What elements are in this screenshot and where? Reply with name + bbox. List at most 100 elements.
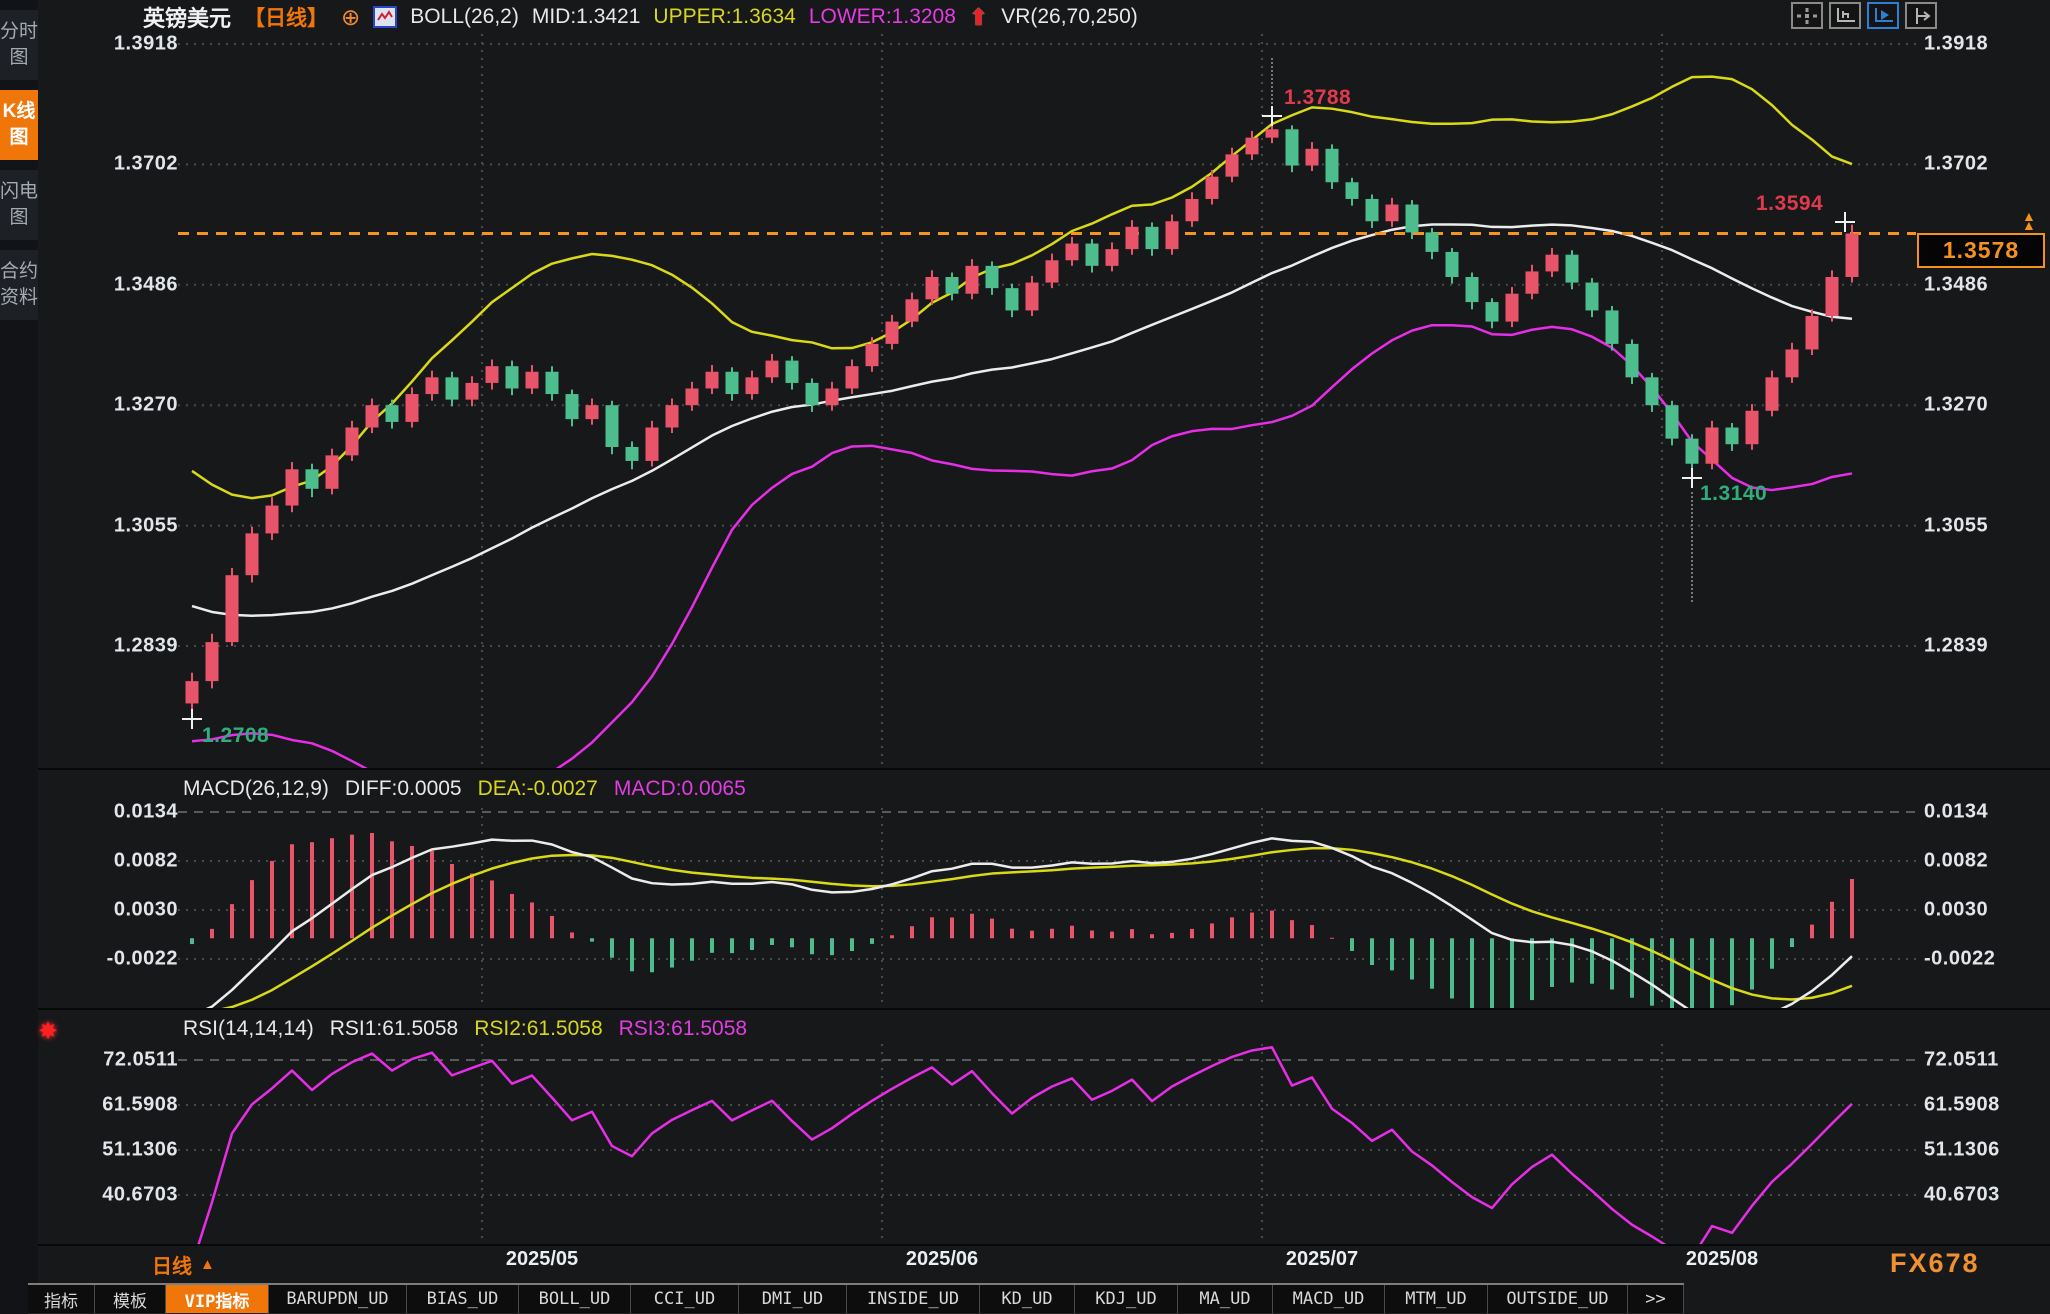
trading-terminal: 分时图 K线图闪电图合约资料 ✸ 英镑美元 【日线】 ⊕ BOLL(26,2) M… xyxy=(0,0,2050,1314)
price-anchor-icon[interactable]: ▲▲ xyxy=(2022,212,2036,230)
aug-low-label: 1.3140 xyxy=(1700,482,1767,506)
tab-DMI_UD[interactable]: DMI_UD xyxy=(739,1285,847,1314)
month-label-2025/05: 2025/05 xyxy=(482,1248,602,1271)
tab-BARUPDN_UD[interactable]: BARUPDN_UD xyxy=(269,1285,407,1314)
up-arrow-icon: ⬆ xyxy=(969,4,988,31)
tab-KDJ_UD[interactable]: KDJ_UD xyxy=(1075,1285,1178,1314)
macd-axis-label: 0.0134 xyxy=(1924,801,2050,824)
sidebar-item-4[interactable]: 合约资料 xyxy=(0,250,38,320)
chart-toolbar xyxy=(1791,2,1937,29)
macd-diff-value: DIFF:0.0005 xyxy=(345,777,462,801)
tab-BIAS_UD[interactable]: BIAS_UD xyxy=(407,1285,519,1314)
boll-label: BOLL(26,2) xyxy=(410,5,519,29)
swing-high-marker xyxy=(1262,106,1282,126)
rsi2-value: RSI2:61.5058 xyxy=(474,1017,602,1041)
sidebar: 分时图 K线图闪电图合约资料 xyxy=(0,0,38,1314)
indicator-tabbar: 指标模板VIP指标BARUPDN_UDBIAS_UDBOLL_UDCCI_UDD… xyxy=(28,1283,1684,1314)
low-guide-line xyxy=(1691,492,1693,602)
tab-模板[interactable]: 模板 xyxy=(95,1285,166,1314)
mini-chart-icon[interactable] xyxy=(373,6,397,28)
swing-high-label: 1.3788 xyxy=(1284,86,1351,110)
rsi-axis-label: 72.0511 xyxy=(52,1049,178,1072)
tab-VIP指标[interactable]: VIP指标 xyxy=(166,1285,269,1314)
tab-MACD_UD[interactable]: MACD_UD xyxy=(1273,1285,1385,1314)
macd-axis-label: -0.0022 xyxy=(52,948,178,971)
chart-canvas[interactable] xyxy=(0,0,2050,1314)
sidebar-item-3[interactable]: 闪电图 xyxy=(0,170,38,240)
apr-low-label: 1.2708 xyxy=(202,724,269,748)
boll-lower-value: LOWER:1.3208 xyxy=(809,5,956,29)
triangle-up-icon: ▲ xyxy=(200,1256,215,1273)
add-indicator-icon[interactable]: ⊕ xyxy=(341,7,360,27)
sidebar-item-1[interactable]: 分时图 xyxy=(0,10,38,80)
sidebar-item-2[interactable]: K线图 xyxy=(0,90,38,160)
axis-play-icon[interactable] xyxy=(1867,2,1899,29)
price-axis-label: 1.3055 xyxy=(1924,514,2050,537)
macd-header: MACD(26,12,9) DIFF:0.0005 DEA:-0.0027 MA… xyxy=(183,776,746,802)
period-label: 日线 xyxy=(152,1250,192,1279)
month-label-2025/08: 2025/08 xyxy=(1662,1248,1782,1271)
macd-macd-value: MACD:0.0065 xyxy=(614,777,746,801)
tab-BOLL_UD[interactable]: BOLL_UD xyxy=(519,1285,631,1314)
alert-sun-icon[interactable]: ✸ xyxy=(38,1017,58,1046)
rsi3-value: RSI3:61.5058 xyxy=(619,1017,747,1041)
tab-MA_UD[interactable]: MA_UD xyxy=(1178,1285,1273,1314)
rsi-axis-label: 51.1306 xyxy=(52,1139,178,1162)
rsi-axis-label: 40.6703 xyxy=(1924,1184,2050,1207)
price-axis-label: 1.3918 xyxy=(1924,33,2050,56)
current-price-box: 1.3578 xyxy=(1917,233,2045,268)
aug-low-marker xyxy=(1682,468,1702,488)
period-selector[interactable]: 日线 ▲ xyxy=(152,1250,215,1279)
price-axis-label: 1.3055 xyxy=(52,514,178,537)
axis-shift-icon[interactable] xyxy=(1905,2,1937,29)
macd-axis-label: 0.0134 xyxy=(52,801,178,824)
rsi-axis-label: 61.5908 xyxy=(1924,1094,2050,1117)
tab-CCI_UD[interactable]: CCI_UD xyxy=(631,1285,739,1314)
macd-axis-label: 0.0030 xyxy=(1924,899,2050,922)
rsi-axis-label: 40.6703 xyxy=(52,1184,178,1207)
price-axis-label: 1.3486 xyxy=(52,273,178,296)
high-guide-line xyxy=(1271,58,1273,104)
tab-OUTSIDE_UD[interactable]: OUTSIDE_UD xyxy=(1488,1285,1628,1314)
chart-header: 英镑美元 【日线】 ⊕ BOLL(26,2) MID:1.3421 UPPER:… xyxy=(143,2,1138,32)
tab->>[interactable]: >> xyxy=(1628,1285,1684,1314)
tab-INSIDE_UD[interactable]: INSIDE_UD xyxy=(847,1285,980,1314)
month-label-2025/06: 2025/06 xyxy=(882,1248,1002,1271)
rsi-axis-label: 61.5908 xyxy=(52,1094,178,1117)
period-tag: 【日线】 xyxy=(244,2,328,32)
macd-name: MACD(26,12,9) xyxy=(183,777,329,801)
move-icon[interactable] xyxy=(1791,2,1823,29)
rsi-axis-label: 51.1306 xyxy=(1924,1139,2050,1162)
panel-divider xyxy=(0,1244,2050,1246)
symbol-name: 英镑美元 xyxy=(143,1,231,33)
macd-axis-label: 0.0082 xyxy=(1924,850,2050,873)
price-axis-label: 1.2839 xyxy=(52,635,178,658)
rsi-name: RSI(14,14,14) xyxy=(183,1017,314,1041)
rsi-axis-label: 72.0511 xyxy=(1924,1049,2050,1072)
price-axis-label: 1.2839 xyxy=(1924,635,2050,658)
price-axis-label: 1.3702 xyxy=(52,153,178,176)
price-axis-label: 1.3270 xyxy=(1924,394,2050,417)
price-axis-label: 1.3270 xyxy=(52,394,178,417)
panel-divider xyxy=(0,1008,2050,1010)
recent-high-label: 1.3594 xyxy=(1756,192,1823,216)
boll-upper-value: UPPER:1.3634 xyxy=(653,5,795,29)
rsi-header: RSI(14,14,14) RSI1:61.5058 RSI2:61.5058 … xyxy=(183,1016,747,1042)
price-axis-label: 1.3918 xyxy=(52,33,178,56)
month-label-2025/07: 2025/07 xyxy=(1262,1248,1382,1271)
rsi1-value: RSI1:61.5058 xyxy=(330,1017,458,1041)
macd-axis-label: -0.0022 xyxy=(1924,948,2050,971)
panel-divider xyxy=(0,768,2050,770)
tab-MTM_UD[interactable]: MTM_UD xyxy=(1385,1285,1488,1314)
vr-label: VR(26,70,250) xyxy=(1001,5,1138,29)
price-axis-label: 1.3486 xyxy=(1924,273,2050,296)
boll-mid-value: MID:1.3421 xyxy=(532,5,641,29)
tab-KD_UD[interactable]: KD_UD xyxy=(980,1285,1075,1314)
price-axis-label: 1.3702 xyxy=(1924,153,2050,176)
watermark: FX678 xyxy=(1890,1248,1980,1279)
macd-axis-label: 0.0030 xyxy=(52,899,178,922)
macd-axis-label: 0.0082 xyxy=(52,850,178,873)
recent-high-marker xyxy=(1835,212,1855,232)
axis-scale-icon[interactable] xyxy=(1829,2,1861,29)
tab-指标[interactable]: 指标 xyxy=(28,1285,95,1314)
